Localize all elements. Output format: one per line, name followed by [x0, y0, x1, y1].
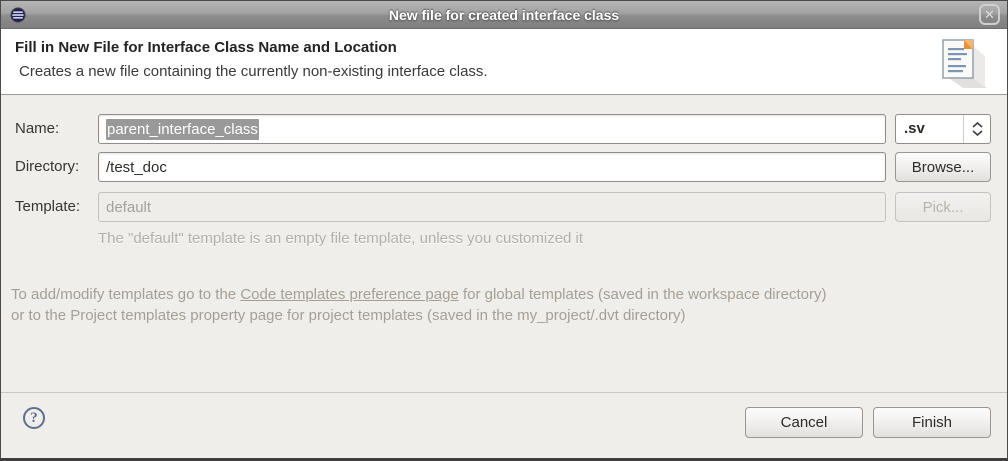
- name-selected-text: parent_interface_class: [106, 118, 259, 140]
- templates-info-text: To add/modify templates go to the Code t…: [1, 284, 1007, 326]
- directory-label: Directory:: [15, 158, 80, 175]
- directory-input[interactable]: [98, 152, 886, 182]
- window-title: New file for created interface class: [388, 6, 620, 23]
- wizard-header: Fill in New File for Interface Class Nam…: [1, 29, 1007, 95]
- finish-button[interactable]: Finish: [873, 407, 991, 438]
- page-subtitle: Creates a new file containing the curren…: [19, 63, 488, 80]
- cancel-button[interactable]: Cancel: [745, 407, 863, 438]
- extension-select[interactable]: .sv: [895, 114, 991, 144]
- code-templates-link[interactable]: Code templates preference page: [240, 286, 458, 303]
- pick-button: Pick...: [895, 192, 991, 222]
- template-label: Template:: [15, 198, 81, 215]
- new-file-icon: [933, 34, 989, 95]
- template-row: Template: Pick...: [15, 192, 991, 222]
- browse-button[interactable]: Browse...: [895, 152, 991, 182]
- info-text-part3: or to the Project templates property pag…: [11, 307, 686, 324]
- new-file-dialog: New file for created interface class ✕ F…: [0, 0, 1008, 461]
- spinner-arrows-icon[interactable]: [963, 115, 990, 143]
- directory-row: Directory: Browse...: [15, 152, 991, 182]
- titlebar[interactable]: New file for created interface class ✕: [1, 1, 1007, 29]
- help-icon[interactable]: ?: [23, 407, 45, 429]
- page-title: Fill in New File for Interface Class Nam…: [15, 39, 397, 56]
- extension-value: .sv: [904, 120, 925, 137]
- info-text-part2: for global templates (saved in the works…: [458, 286, 827, 303]
- button-bar: ? Cancel Finish: [1, 392, 1007, 458]
- form-area: Name: parent_interface_class .sv Directo…: [1, 95, 1007, 247]
- close-icon[interactable]: ✕: [979, 4, 1000, 25]
- name-row: Name: parent_interface_class .sv: [15, 114, 991, 144]
- template-note: The "default" template is an empty file …: [98, 230, 584, 247]
- template-input: [98, 192, 886, 222]
- name-input[interactable]: parent_interface_class: [98, 114, 886, 144]
- name-label: Name:: [15, 120, 60, 137]
- info-text-part1: To add/modify templates go to the: [11, 286, 241, 303]
- eclipse-logo-icon: [10, 7, 26, 23]
